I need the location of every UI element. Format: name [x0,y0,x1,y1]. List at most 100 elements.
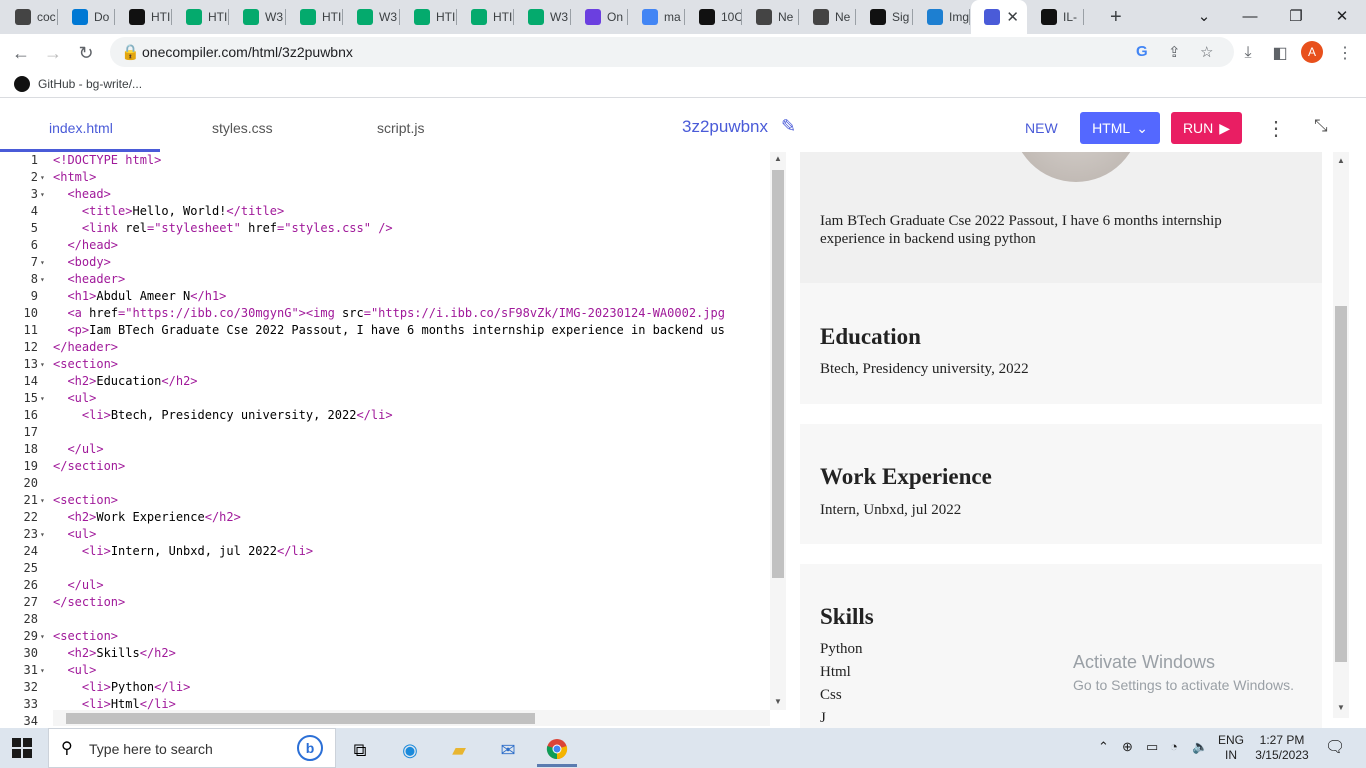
reload-button[interactable]: ↻ [73,40,99,66]
code-text[interactable]: <a href="https://ibb.co/30mgynG"><img sr… [53,305,725,322]
code-text[interactable]: <ul> [53,390,96,407]
code-text[interactable]: </ul> [53,577,103,594]
code-line[interactable]: 15 ▾ <ul> [0,390,770,407]
code-text[interactable]: </ul> [53,441,103,458]
preview-vertical-scroll-thumb[interactable] [1335,306,1347,662]
code-line[interactable]: 6 </head> [0,237,770,254]
wifi-icon[interactable]: ◔ [1170,739,1178,754]
battery-icon[interactable]: ▭ [1146,739,1158,755]
code-text[interactable]: <title>Hello, World!</title> [53,203,284,220]
code-line[interactable]: 16 <li>Btech, Presidency university, 202… [0,407,770,424]
code-line[interactable]: 30 <h2>Skills</h2> [0,645,770,662]
fold-arrow-icon[interactable]: ▾ [40,271,50,288]
fold-arrow-icon[interactable]: ▾ [40,662,50,679]
code-line[interactable]: 8 ▾ <header> [0,271,770,288]
tab-styles-css[interactable]: styles.css [212,120,273,136]
code-text[interactable]: <section> [53,492,118,509]
close-tab-icon[interactable]: ✕ [1006,8,1019,26]
chevron-up-icon[interactable]: ⌃ [1098,739,1109,755]
code-line[interactable]: 21 ▾ <section> [0,492,770,509]
bing-icon[interactable]: b [297,735,323,761]
forward-button[interactable]: → [40,40,66,66]
code-horizontal-scroll-thumb[interactable] [66,713,535,724]
share-icon[interactable]: ⇪ [1168,43,1181,61]
code-text[interactable]: <h2>Work Experience</h2> [53,509,240,526]
browser-tab[interactable]: W3 [344,0,400,34]
code-text[interactable]: <li>Intern, Unbxd, jul 2022</li> [53,543,313,560]
browser-tab[interactable]: W3 [515,0,571,34]
new-tab-button[interactable]: + [1110,6,1122,29]
code-text[interactable]: </head> [53,237,118,254]
code-line[interactable]: 11 <p>Iam BTech Graduate Cse 2022 Passou… [0,322,770,339]
code-line[interactable]: 32 <li>Python</li> [0,679,770,696]
code-line[interactable]: 23 ▾ <ul> [0,526,770,543]
code-editor[interactable]: 1 <!DOCTYPE html> 2 ▾ <html> 3 ▾ <head> 4 <titl… [0,152,786,728]
browser-tab[interactable]: Do [59,0,115,34]
preview-scroll-down-arrow-icon[interactable]: ▼ [1337,703,1345,712]
code-text[interactable]: <!DOCTYPE html> [53,152,161,169]
code-text[interactable]: <section> [53,356,118,373]
fold-arrow-icon[interactable]: ▾ [40,356,50,373]
bookmark-github[interactable]: GitHub - bg-write/... [14,76,142,92]
code-line[interactable]: 10 <a href="https://ibb.co/30mgynG"><img… [0,305,770,322]
code-text[interactable]: <header> [53,271,125,288]
code-line[interactable]: 4 <title>Hello, World!</title> [0,203,770,220]
new-button[interactable]: NEW [1025,120,1058,136]
taskbar-search-box[interactable]: ⚲ Type here to search b [48,728,336,768]
browser-tab[interactable]: HTI [458,0,514,34]
code-text[interactable]: <h1>Abdul Ameer N</h1> [53,288,226,305]
code-line[interactable]: 24 <li>Intern, Unbxd, jul 2022</li> [0,543,770,560]
notification-icon[interactable]: 🗨 [1325,737,1345,757]
mail-icon[interactable]: ✉ [488,733,528,767]
language-dropdown-button[interactable]: HTML ⌄ [1080,112,1160,144]
bookmark-star-icon[interactable]: ☆ [1200,43,1213,61]
tab-search-button[interactable]: ⌄ [1184,4,1224,28]
chrome-icon[interactable] [537,733,577,767]
browser-tab[interactable]: HTI [116,0,172,34]
code-line[interactable]: 28 [0,611,770,628]
fold-arrow-icon[interactable]: ▾ [40,254,50,271]
windows-start-icon[interactable] [12,738,32,758]
code-line[interactable]: 14 <h2>Education</h2> [0,373,770,390]
browser-tab[interactable]: Ne [800,0,856,34]
code-text[interactable]: <section> [53,628,118,645]
scroll-down-arrow-icon[interactable]: ▼ [774,697,782,706]
back-button[interactable]: ← [8,40,34,66]
url-text[interactable]: onecompiler.com/html/3z2puwbnx [142,44,353,60]
fold-arrow-icon[interactable]: ▾ [40,526,50,543]
browser-tab[interactable]: 10C [686,0,742,34]
code-text[interactable]: <p>Iam BTech Graduate Cse 2022 Passout, … [53,322,724,339]
edge-icon[interactable]: ◉ [390,733,430,767]
code-text[interactable]: <body> [53,254,110,271]
tab-script-js[interactable]: script.js [377,120,424,136]
code-vertical-scroll-thumb[interactable] [772,170,784,578]
code-text[interactable]: <li>Btech, Presidency university, 2022</… [53,407,393,424]
google-translate-icon[interactable]: G [1136,43,1148,60]
code-line[interactable]: 7 ▾ <body> [0,254,770,271]
code-line[interactable]: 20 [0,475,770,492]
clock[interactable]: 1:27 PM 3/15/2023 [1254,733,1310,763]
code-text[interactable]: <li>Python</li> [53,679,190,696]
code-text[interactable]: <ul> [53,662,96,679]
side-panel-icon[interactable]: ◧ [1269,42,1291,64]
code-line[interactable]: 1 <!DOCTYPE html> [0,152,770,169]
run-button[interactable]: RUN ▶ [1171,112,1242,144]
browser-tab[interactable]: Ne [743,0,799,34]
address-bar[interactable]: 🔒 onecompiler.com/html/3z2puwbnx G ⇪ ☆ [110,37,1234,67]
network-status-icon[interactable]: ⊕ [1122,739,1133,755]
code-line[interactable]: 2 ▾ <html> [0,169,770,186]
code-text[interactable]: <head> [53,186,110,203]
code-text[interactable]: <h2>Skills</h2> [53,645,175,662]
code-text[interactable]: <html> [53,169,96,186]
lock-icon[interactable]: 🔒 [121,43,140,61]
browser-tab[interactable]: On [572,0,628,34]
code-line[interactable]: 3 ▾ <head> [0,186,770,203]
code-line[interactable]: 25 [0,560,770,577]
browser-tab[interactable]: HTI [401,0,457,34]
profile-photo[interactable] [1012,152,1140,182]
browser-tab[interactable]: HTI [173,0,229,34]
code-text[interactable]: <h2>Education</h2> [53,373,197,390]
menu-kebab-icon[interactable]: ⋮ [1334,42,1356,64]
volume-icon[interactable]: 🔈 [1192,739,1208,755]
code-line[interactable]: 5 <link rel="stylesheet" href="styles.cs… [0,220,770,237]
